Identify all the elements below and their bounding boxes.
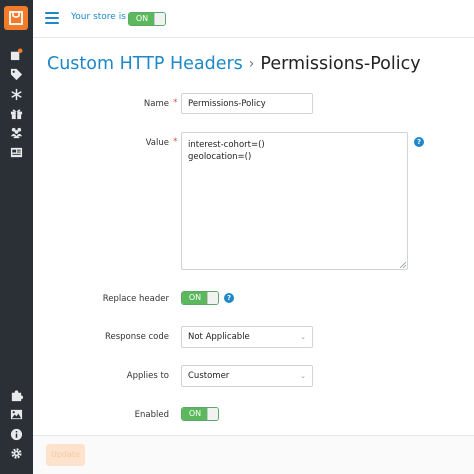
users-icon[interactable]	[9, 125, 23, 139]
response-code-label: Response code	[104, 332, 169, 342]
tag-icon[interactable]	[9, 67, 23, 81]
replace-header-help-icon[interactable]: ?	[224, 293, 234, 303]
store-logo[interactable]	[4, 6, 28, 30]
name-required-mark: *	[173, 98, 178, 108]
response-code-select[interactable]: Not Applicable ⌄	[181, 326, 313, 348]
toggle-knob	[207, 292, 218, 304]
store-status-label: Your store is	[71, 12, 126, 22]
store-status-toggle-label: ON	[129, 13, 155, 25]
name-input[interactable]: Permissions-Policy	[181, 93, 313, 114]
response-code-value: Not Applicable	[188, 332, 250, 342]
chevron-down-icon: ⌄	[300, 372, 306, 380]
news-icon[interactable]	[9, 145, 23, 159]
toggle-knob	[207, 408, 218, 420]
applies-to-label: Applies to	[126, 371, 169, 381]
applies-to-value: Customer	[188, 371, 230, 381]
gear-icon[interactable]	[9, 446, 23, 460]
top-bar: Your store is ON	[33, 0, 474, 38]
store-logo-icon	[9, 11, 23, 25]
enabled-toggle-label: ON	[182, 408, 208, 420]
enabled-toggle[interactable]: ON	[181, 407, 219, 421]
image-icon[interactable]	[9, 407, 23, 421]
value-help-icon[interactable]: ?	[414, 137, 424, 147]
value-label: Value	[145, 138, 169, 148]
update-button[interactable]: Update	[46, 444, 85, 466]
page-title: Permissions-Policy	[260, 54, 421, 74]
breadcrumb-separator: ›	[248, 56, 255, 72]
app-window: Your store is ON Custom HTTP Headers › Per…	[0, 0, 474, 474]
toggle-knob	[154, 13, 165, 25]
gift-icon[interactable]	[9, 106, 23, 120]
store-status-toggle[interactable]: ON	[128, 12, 166, 26]
replace-header-toggle[interactable]: ON	[181, 291, 219, 305]
footer-bar: Update	[33, 435, 474, 474]
replace-header-toggle-label: ON	[182, 292, 208, 304]
applies-to-select[interactable]: Customer ⌄	[181, 365, 313, 387]
info-icon[interactable]	[9, 427, 23, 441]
value-textarea[interactable]: interest-cohort=() geolocation=()	[181, 132, 408, 270]
resize-handle-icon[interactable]	[400, 262, 406, 268]
sidebar	[0, 0, 33, 474]
name-label: Name	[143, 99, 169, 109]
add-product-icon[interactable]	[9, 47, 23, 61]
menu-icon[interactable]	[45, 12, 59, 24]
snowflake-icon[interactable]	[9, 87, 23, 101]
puzzle-icon[interactable]	[9, 388, 23, 402]
replace-header-label: Replace header	[102, 294, 169, 304]
breadcrumb-parent-link[interactable]: Custom HTTP Headers	[47, 54, 243, 74]
breadcrumb: Custom HTTP Headers › Permissions-Policy	[47, 54, 421, 74]
value-required-mark: *	[173, 137, 178, 147]
chevron-down-icon: ⌄	[300, 333, 306, 341]
enabled-label: Enabled	[134, 410, 169, 420]
